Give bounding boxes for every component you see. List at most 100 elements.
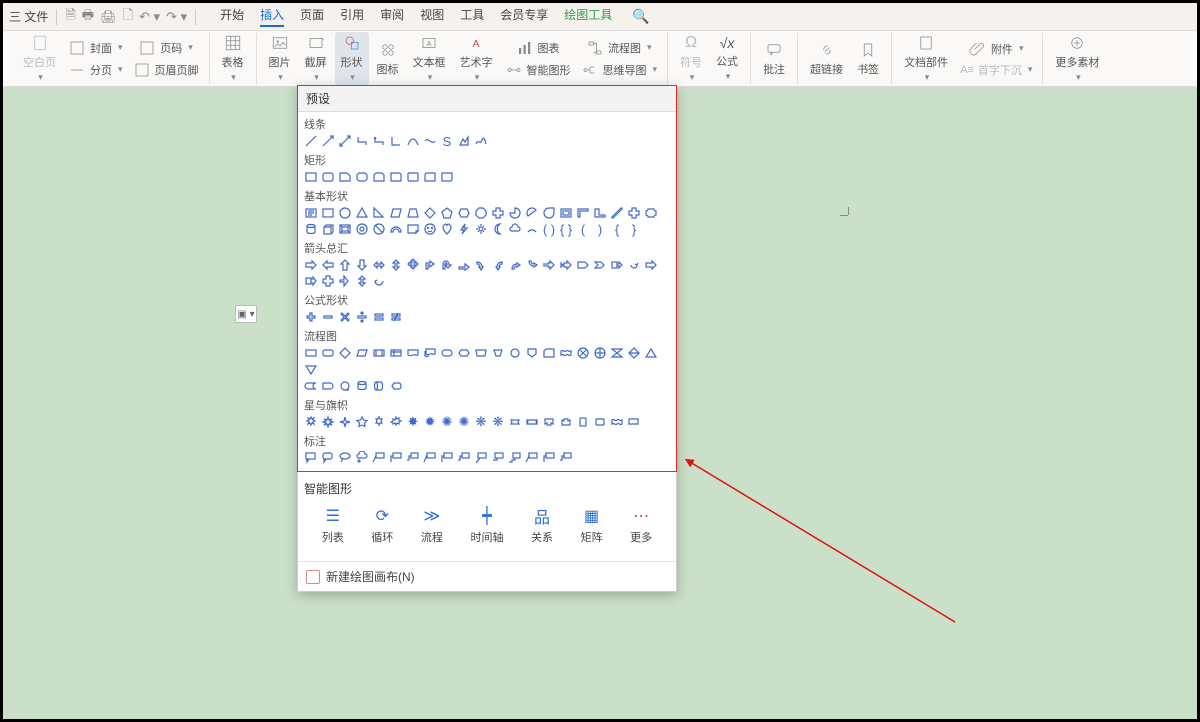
tab-view[interactable]: 视图 (420, 6, 444, 27)
shape-arrow-quad[interactable] (406, 258, 420, 272)
shape-arrow-curved-u[interactable] (508, 258, 522, 272)
shape-heart[interactable] (440, 222, 454, 236)
shape-flow-card[interactable] (542, 346, 556, 360)
shape-roundrect[interactable] (321, 170, 335, 184)
shape-arrow-chevron[interactable] (593, 258, 607, 272)
shape-hexagon[interactable] (457, 206, 471, 220)
shape-diagstripe[interactable] (610, 206, 624, 220)
shape-arrow-pentagon[interactable] (576, 258, 590, 272)
comment-button[interactable]: 批注 (757, 39, 791, 79)
shape-callout-line6[interactable] (457, 451, 471, 465)
shape-arrow-curved-d[interactable] (525, 258, 539, 272)
shape-brace[interactable]: { } (559, 222, 573, 236)
shape-lbrace[interactable]: { (610, 222, 624, 236)
shape-line[interactable] (304, 134, 318, 148)
shape-arrow-r[interactable] (304, 258, 318, 272)
shape-rect2[interactable] (321, 206, 335, 220)
shape-star6[interactable] (372, 415, 386, 429)
shape-arrow-u[interactable] (338, 258, 352, 272)
attachment-button[interactable]: 附件▾ (956, 39, 1036, 59)
icon-button[interactable]: 图标 (371, 39, 405, 79)
shape-nosymbol[interactable] (372, 222, 386, 236)
shape-arrow-striped[interactable] (542, 258, 556, 272)
shape-rtriangle[interactable] (372, 206, 386, 220)
shape-flow-alt[interactable] (321, 346, 335, 360)
smart-process[interactable]: ≫流程 (421, 507, 443, 545)
tab-tools[interactable]: 工具 (460, 6, 484, 27)
shape-flow-or[interactable] (593, 346, 607, 360)
cover-button[interactable]: 封面▾ (64, 38, 127, 58)
shape-flow-connector[interactable] (508, 346, 522, 360)
shape-callout-line8[interactable] (491, 451, 505, 465)
shape-callout-rect[interactable] (304, 451, 318, 465)
shape-plus[interactable] (627, 206, 641, 220)
shape-round4[interactable] (440, 170, 454, 184)
shape-scribble[interactable] (474, 134, 488, 148)
shape-arrow-uturn[interactable] (440, 258, 454, 272)
smart-cycle[interactable]: ⟳循环 (371, 507, 393, 545)
shape-can[interactable] (304, 222, 318, 236)
shape-pentagon[interactable] (440, 206, 454, 220)
shape-star7[interactable] (389, 415, 403, 429)
shape-plus[interactable] (304, 310, 318, 324)
shape-arrow-ud[interactable] (389, 258, 403, 272)
shape-donut[interactable] (355, 222, 369, 236)
shape-trapezoid[interactable] (406, 206, 420, 220)
shape-flow-predef[interactable] (372, 346, 386, 360)
shape-arrow-more4[interactable] (338, 274, 352, 288)
shape-plaque[interactable] (644, 206, 658, 220)
textbox-button[interactable]: A文本框▾ (407, 32, 452, 85)
shape-ribbon[interactable] (508, 415, 522, 429)
shape-callout-line5[interactable] (440, 451, 454, 465)
mindmap-button[interactable]: 思维导图▾ (577, 60, 662, 80)
shape-callout-line10[interactable] (525, 451, 539, 465)
shape-elbow[interactable] (355, 134, 369, 148)
page-num-button[interactable]: 页码▾ (129, 38, 203, 58)
shape-flow-data[interactable] (355, 346, 369, 360)
shape-horizscroll[interactable] (593, 415, 607, 429)
shape-snip3[interactable] (372, 170, 386, 184)
shape-flow-prep[interactable] (457, 346, 471, 360)
shape-flow-multidoc[interactable] (423, 346, 437, 360)
shape-arrow-more6[interactable] (372, 274, 386, 288)
layout-options-button[interactable]: ▣ ▾ (235, 305, 257, 323)
shape-notequal[interactable] (389, 310, 403, 324)
shape-smiley[interactable] (423, 222, 437, 236)
wordart-button[interactable]: A艺术字▾ (454, 32, 499, 85)
shape-flow-decision[interactable] (338, 346, 352, 360)
tab-ref[interactable]: 引用 (340, 6, 364, 27)
shape-round1[interactable] (389, 170, 403, 184)
shape-ribbonup[interactable] (542, 415, 556, 429)
smart-list[interactable]: ☰列表 (322, 507, 344, 545)
shape-line-arrow[interactable] (321, 134, 335, 148)
shape-minus[interactable] (321, 310, 335, 324)
shape-arrow-more3[interactable] (321, 274, 335, 288)
symbol-button[interactable]: Ω符号▾ (674, 32, 708, 85)
shape-snip1[interactable] (338, 170, 352, 184)
preview-icon[interactable]: 🗋 (123, 6, 133, 28)
shape-snip2[interactable] (355, 170, 369, 184)
shape-round2[interactable] (406, 170, 420, 184)
shape-bevel[interactable] (338, 222, 352, 236)
shape-flow-stored[interactable] (304, 379, 318, 393)
shape-flow-process[interactable] (304, 346, 318, 360)
tab-insert[interactable]: 插入 (260, 6, 284, 27)
shape-multiply[interactable] (338, 310, 352, 324)
shape-lbracket[interactable]: ( (576, 222, 590, 236)
shape-ribbon2[interactable] (525, 415, 539, 429)
shape-explosion2[interactable] (321, 415, 335, 429)
shape-frame[interactable] (559, 206, 573, 220)
shape-arrow-bent[interactable] (423, 258, 437, 272)
shape-diamond[interactable] (423, 206, 437, 220)
shape-wave[interactable] (610, 415, 624, 429)
shape-arrow-circular[interactable] (627, 258, 641, 272)
shape-flow-internal[interactable] (389, 346, 403, 360)
flowchart-button[interactable]: 流程图▾ (577, 38, 662, 58)
shape-callout-line11[interactable] (542, 451, 556, 465)
shape-moon[interactable] (491, 222, 505, 236)
shape-elbow2[interactable] (389, 134, 403, 148)
chart-button[interactable]: 图表 (501, 38, 575, 58)
shape-foldedcorner[interactable] (406, 222, 420, 236)
shape-doublewave[interactable] (627, 415, 641, 429)
shape-rbracket[interactable]: ) (593, 222, 607, 236)
